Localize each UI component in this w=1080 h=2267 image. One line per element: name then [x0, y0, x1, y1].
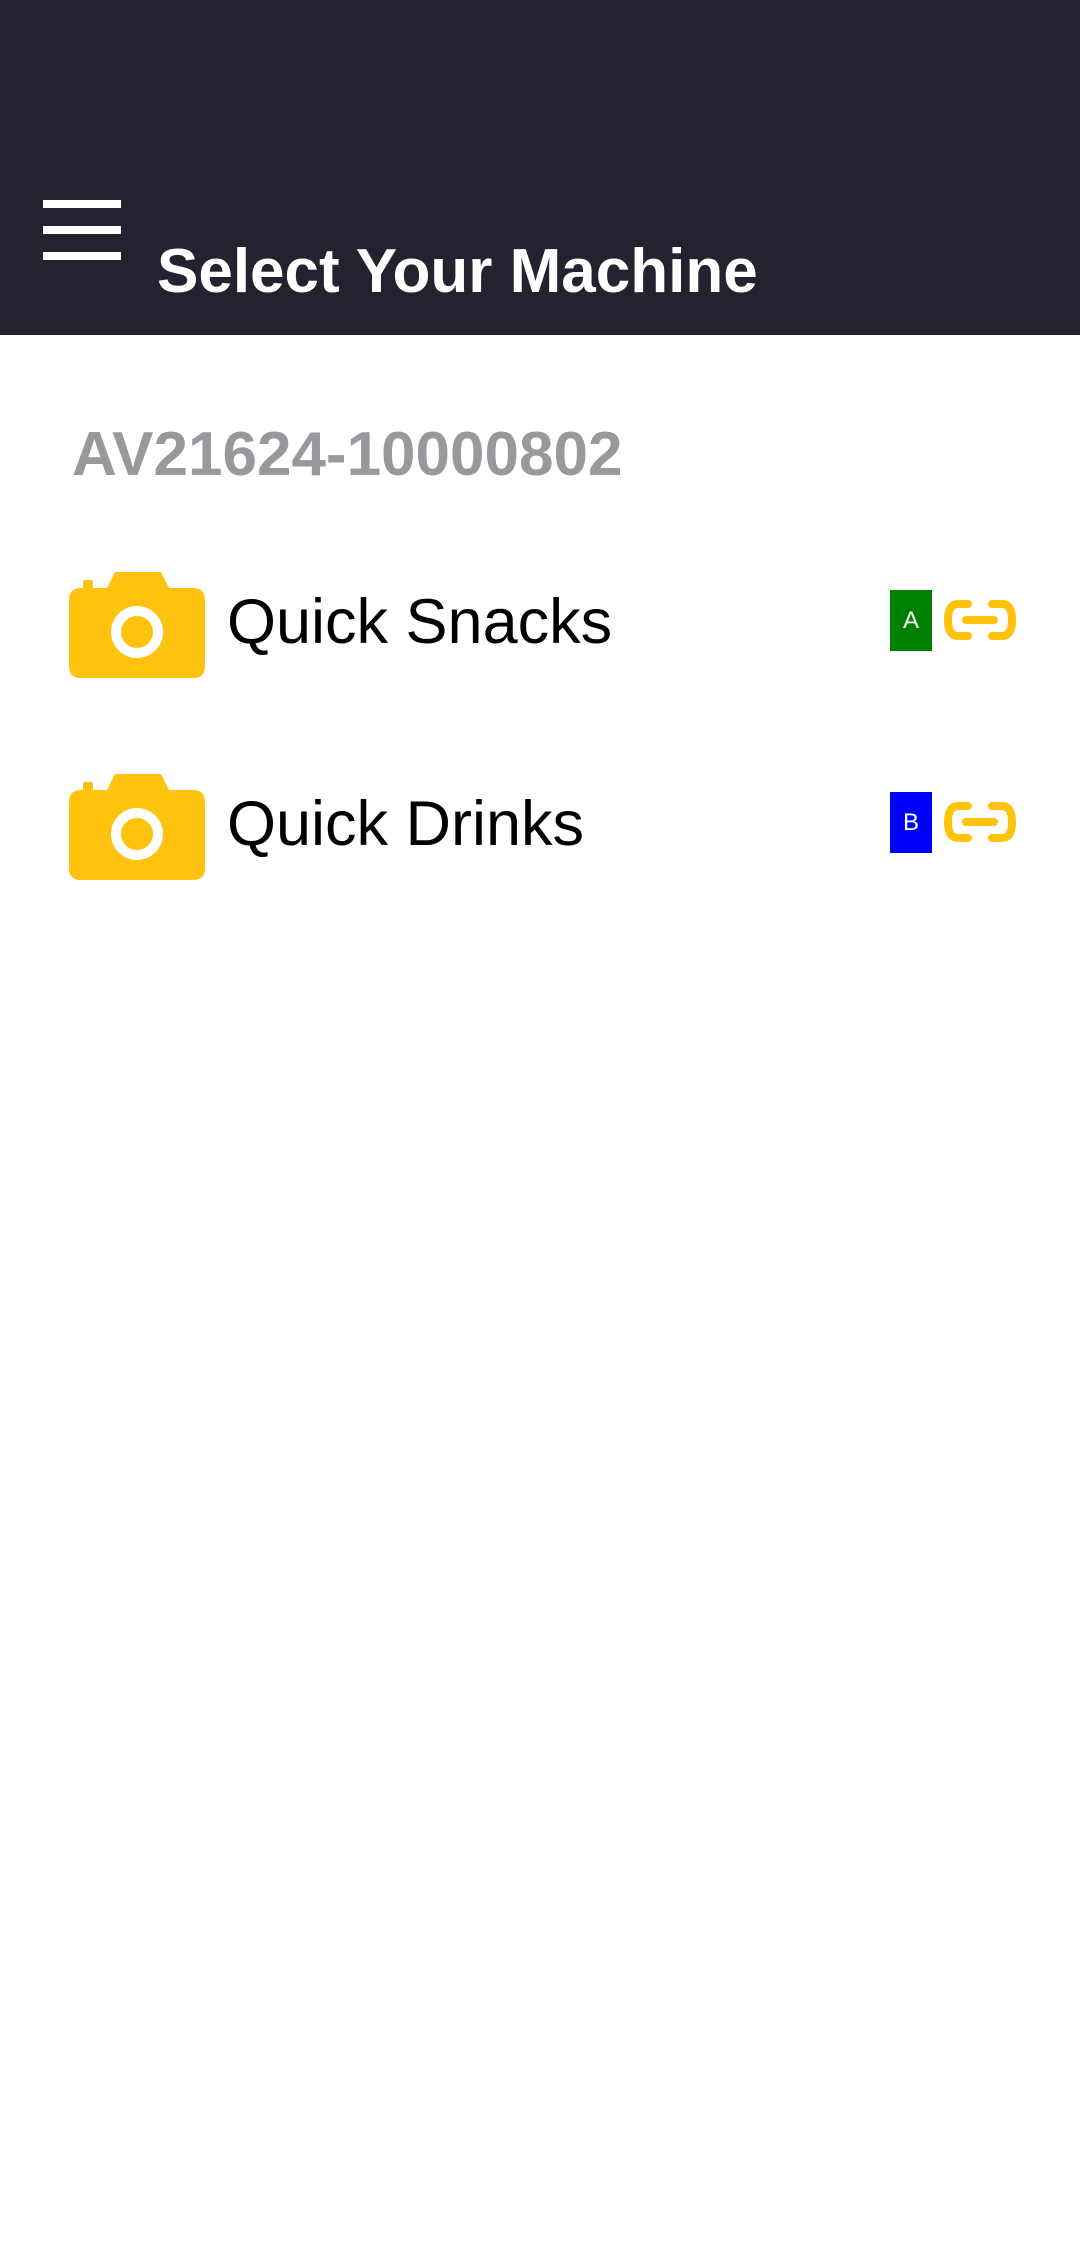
slot-badge: B [890, 792, 932, 853]
page-title: Select Your Machine [157, 237, 758, 306]
camera-icon[interactable] [69, 572, 205, 678]
machine-name: Quick Drinks [227, 789, 585, 859]
menu-button[interactable] [32, 190, 132, 270]
app-bar: Select Your Machine [0, 0, 1080, 335]
machine-row-quick-drinks[interactable]: Quick Drinks B [0, 754, 1080, 894]
machine-id-label: AV21624-10000802 [72, 420, 623, 489]
hamburger-menu-icon [43, 200, 121, 260]
link-icon[interactable] [944, 800, 1016, 844]
machine-row-quick-snacks[interactable]: Quick Snacks A [0, 552, 1080, 692]
camera-icon[interactable] [69, 774, 205, 880]
slot-badge: A [890, 590, 932, 651]
link-icon[interactable] [944, 598, 1016, 642]
machine-name: Quick Snacks [227, 587, 613, 657]
